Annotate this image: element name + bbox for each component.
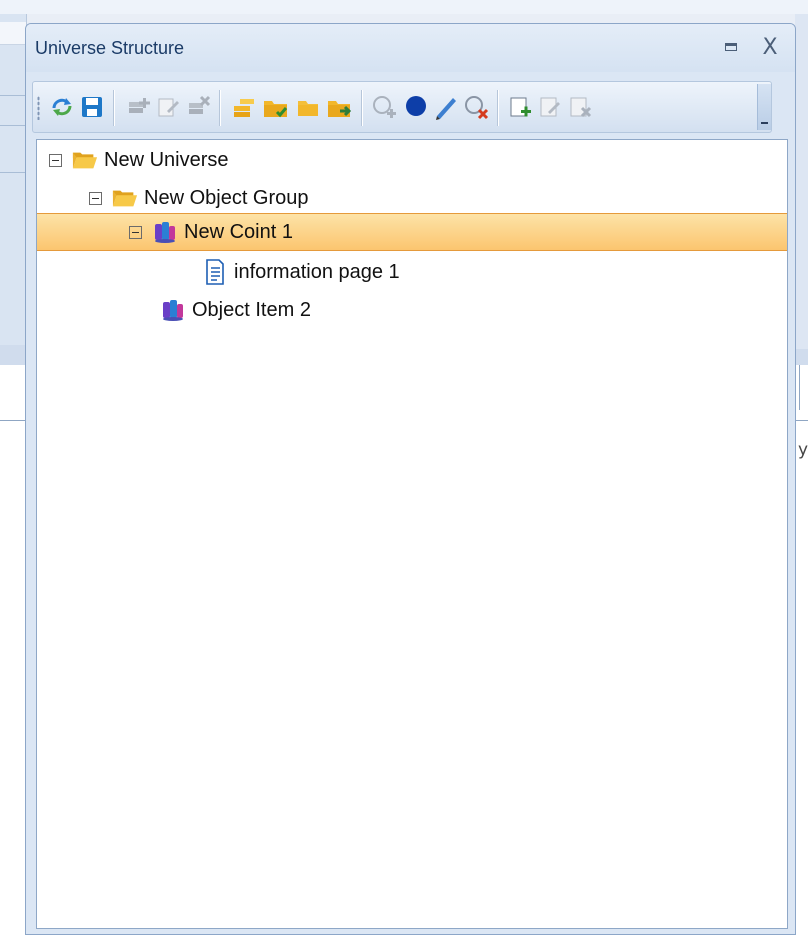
folder-add-icon[interactable] — [261, 92, 291, 122]
background-divider — [0, 95, 26, 96]
tree-node-new-object-group[interactable]: New Object Group — [89, 180, 309, 216]
close-icon[interactable]: X — [757, 32, 783, 62]
add-page-icon[interactable] — [505, 92, 535, 122]
chevron-down-icon[interactable] — [757, 84, 771, 130]
background-divider — [0, 172, 26, 173]
new-layer-icon[interactable] — [229, 92, 259, 122]
save-icon[interactable] — [77, 92, 107, 122]
edit-page-icon[interactable] — [535, 92, 565, 122]
delete-page-icon[interactable] — [565, 92, 595, 122]
panel-title: Universe Structure — [35, 38, 185, 58]
collapse-icon[interactable] — [49, 153, 62, 167]
tree-node-object-item-2[interactable]: Object Item 2 — [160, 292, 311, 328]
object-icon — [152, 220, 178, 244]
background-right-strip — [795, 14, 808, 349]
object-icon — [160, 298, 186, 322]
toolbar-separator — [497, 90, 499, 126]
background-left-strip — [0, 14, 27, 364]
universe-structure-panel: Universe Structure X New Universe New Ob… — [25, 23, 796, 935]
add-circle-icon[interactable] — [369, 92, 399, 122]
tree-node-label: information page 1 — [234, 260, 400, 283]
tree-node-new-coint-1[interactable]: New Coint 1 — [129, 214, 293, 250]
tree-node-information-page-1[interactable]: information page 1 — [202, 254, 400, 290]
background-text: y — [798, 440, 808, 460]
toolbar-grip-icon[interactable] — [37, 96, 40, 120]
refresh-icon[interactable] — [47, 92, 77, 122]
background-divider — [0, 125, 26, 126]
toolbar — [32, 81, 772, 133]
tree-node-label: New Object Group — [144, 186, 309, 209]
open-folder-icon — [72, 148, 98, 172]
toolbar-separator — [361, 90, 363, 126]
document-icon — [202, 259, 228, 285]
toolbar-separator — [113, 90, 115, 126]
collapse-icon[interactable] — [129, 225, 142, 239]
restore-icon[interactable] — [718, 32, 744, 62]
tree-view: New Universe New Object Group New Coint … — [36, 139, 788, 929]
folder-move-icon[interactable] — [325, 92, 355, 122]
delete-layer-icon[interactable] — [183, 92, 213, 122]
add-layer-icon[interactable] — [123, 92, 153, 122]
panel-titlebar[interactable]: Universe Structure X — [26, 24, 795, 72]
tree-node-label: Object Item 2 — [192, 298, 311, 321]
toolbar-separator — [219, 90, 221, 126]
tree-node-label: New Universe — [104, 148, 229, 171]
tree-node-new-universe[interactable]: New Universe — [49, 142, 228, 178]
edit-icon[interactable] — [153, 92, 183, 122]
collapse-icon[interactable] — [89, 191, 102, 205]
tree-node-label: New Coint 1 — [184, 220, 293, 243]
pencil-icon[interactable] — [431, 92, 461, 122]
background-divider — [799, 365, 800, 410]
open-folder-icon — [112, 186, 138, 210]
folder-icon[interactable] — [293, 92, 323, 122]
background-tab — [0, 22, 26, 45]
remove-circle-icon[interactable] — [461, 92, 491, 122]
blue-circle-icon[interactable] — [401, 92, 431, 122]
background-top — [0, 0, 808, 14]
